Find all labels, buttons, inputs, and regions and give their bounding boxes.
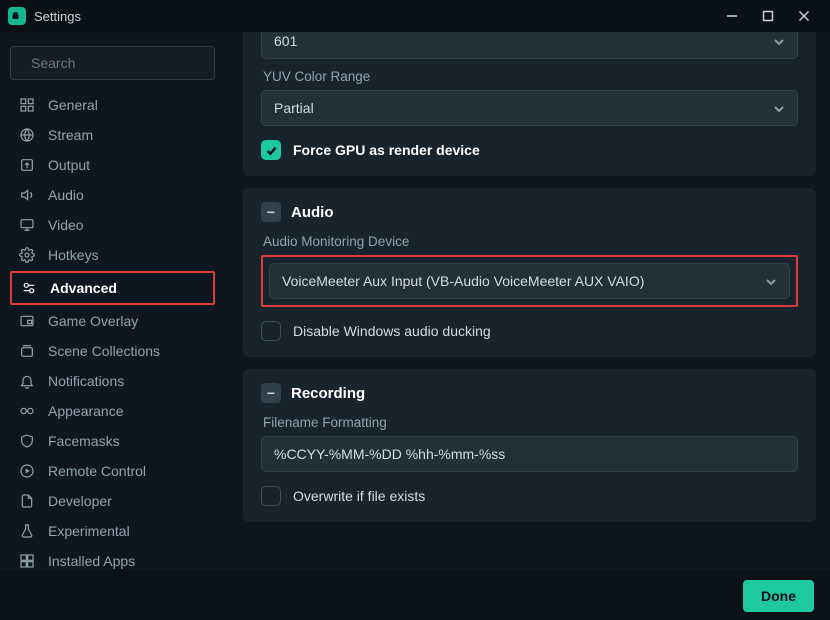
gear-icon bbox=[18, 247, 36, 263]
sidebar-item-experimental[interactable]: Experimental bbox=[10, 516, 215, 546]
grid-icon bbox=[18, 97, 36, 113]
sidebar-item-video[interactable]: Video bbox=[10, 210, 215, 240]
section-audio: − Audio Audio Monitoring Device VoiceMee… bbox=[243, 188, 816, 357]
main-content: YUV Color Space 601 YUV Color Range Part… bbox=[225, 32, 830, 570]
app-logo bbox=[8, 7, 26, 25]
force-gpu-checkbox[interactable] bbox=[261, 140, 281, 160]
footer: Done bbox=[0, 570, 830, 620]
sidebar-item-game-overlay[interactable]: Game Overlay bbox=[10, 306, 215, 336]
sidebar-item-label: Output bbox=[48, 157, 90, 173]
sidebar-item-label: Scene Collections bbox=[48, 343, 160, 359]
export-icon bbox=[18, 157, 36, 173]
overwrite-checkbox[interactable] bbox=[261, 486, 281, 506]
collections-icon bbox=[18, 343, 36, 359]
yuv-range-label: YUV Color Range bbox=[263, 69, 798, 84]
sidebar-item-installed-apps[interactable]: Installed Apps bbox=[10, 546, 215, 576]
search-input[interactable] bbox=[29, 54, 214, 72]
flask-icon bbox=[18, 523, 36, 539]
sidebar-nav: General Stream Output Audio Video Hotkeys Adva… bbox=[10, 90, 215, 576]
sidebar-item-label: Hotkeys bbox=[48, 247, 99, 263]
sidebar-item-label: Facemasks bbox=[48, 433, 120, 449]
audio-section-title: Audio bbox=[291, 204, 334, 221]
sidebar-highlight: Advanced bbox=[10, 271, 215, 305]
sidebar-item-notifications[interactable]: Notifications bbox=[10, 366, 215, 396]
section-video-tail: YUV Color Space 601 YUV Color Range Part… bbox=[243, 32, 816, 176]
apps-icon bbox=[18, 553, 36, 569]
sidebar-item-advanced[interactable]: Advanced bbox=[12, 273, 213, 303]
filename-value: %CCYY-%MM-%DD %hh-%mm-%ss bbox=[274, 446, 505, 462]
sidebar-item-label: Notifications bbox=[48, 373, 124, 389]
sidebar-item-stream[interactable]: Stream bbox=[10, 120, 215, 150]
yuv-range-value: Partial bbox=[274, 100, 314, 116]
audio-monitor-label: Audio Monitoring Device bbox=[263, 234, 798, 249]
window-close-button[interactable] bbox=[786, 4, 822, 28]
window-minimize-button[interactable] bbox=[714, 4, 750, 28]
overwrite-label: Overwrite if file exists bbox=[293, 488, 425, 504]
sidebar-item-label: Appearance bbox=[48, 403, 124, 419]
sidebar-item-label: Video bbox=[48, 217, 84, 233]
window-maximize-button[interactable] bbox=[750, 4, 786, 28]
done-button-label: Done bbox=[761, 588, 796, 604]
sidebar-item-developer[interactable]: Developer bbox=[10, 486, 215, 516]
appearance-icon bbox=[18, 403, 36, 419]
sidebar-item-appearance[interactable]: Appearance bbox=[10, 396, 215, 426]
section-recording: − Recording Filename Formatting %CCYY-%M… bbox=[243, 369, 816, 522]
sidebar-item-label: General bbox=[48, 97, 98, 113]
sidebar-item-output[interactable]: Output bbox=[10, 150, 215, 180]
sliders-icon bbox=[20, 280, 38, 296]
collapse-toggle-audio[interactable]: − bbox=[261, 202, 281, 222]
chevron-down-icon bbox=[765, 275, 777, 287]
monitor-icon bbox=[18, 217, 36, 233]
yuv-range-select[interactable]: Partial bbox=[261, 90, 798, 126]
sidebar-item-general[interactable]: General bbox=[10, 90, 215, 120]
search-input-container[interactable] bbox=[10, 46, 215, 80]
sidebar-item-label: Developer bbox=[48, 493, 112, 509]
sidebar-item-label: Remote Control bbox=[48, 463, 146, 479]
sidebar-item-remote-control[interactable]: Remote Control bbox=[10, 456, 215, 486]
audio-monitor-value: VoiceMeeter Aux Input (VB-Audio VoiceMee… bbox=[282, 273, 644, 289]
doc-icon bbox=[18, 493, 36, 509]
play-icon bbox=[18, 463, 36, 479]
globe-icon bbox=[18, 127, 36, 143]
shield-icon bbox=[18, 433, 36, 449]
sidebar-item-label: Audio bbox=[48, 187, 84, 203]
sidebar: General Stream Output Audio Video Hotkeys Adva… bbox=[0, 32, 225, 570]
ducking-checkbox[interactable] bbox=[261, 321, 281, 341]
sidebar-item-label: Installed Apps bbox=[48, 553, 135, 569]
sidebar-item-scene-collections[interactable]: Scene Collections bbox=[10, 336, 215, 366]
sidebar-item-label: Stream bbox=[48, 127, 93, 143]
filename-label: Filename Formatting bbox=[263, 415, 798, 430]
window-title: Settings bbox=[34, 9, 81, 24]
force-gpu-label: Force GPU as render device bbox=[293, 142, 480, 158]
chevron-down-icon bbox=[773, 35, 785, 47]
done-button[interactable]: Done bbox=[743, 580, 814, 612]
sidebar-item-label: Game Overlay bbox=[48, 313, 138, 329]
titlebar: Settings bbox=[0, 0, 830, 32]
sidebar-item-label: Experimental bbox=[48, 523, 130, 539]
yuv-space-select[interactable]: 601 bbox=[261, 32, 798, 59]
collapse-toggle-recording[interactable]: − bbox=[261, 383, 281, 403]
ducking-label: Disable Windows audio ducking bbox=[293, 323, 491, 339]
chevron-down-icon bbox=[773, 102, 785, 114]
bell-icon bbox=[18, 373, 36, 389]
overlay-icon bbox=[18, 313, 36, 329]
volume-icon bbox=[18, 187, 36, 203]
sidebar-item-hotkeys[interactable]: Hotkeys bbox=[10, 240, 215, 270]
audio-monitor-select[interactable]: VoiceMeeter Aux Input (VB-Audio VoiceMee… bbox=[269, 263, 790, 299]
sidebar-item-label: Advanced bbox=[50, 280, 117, 296]
sidebar-item-facemasks[interactable]: Facemasks bbox=[10, 426, 215, 456]
sidebar-item-audio[interactable]: Audio bbox=[10, 180, 215, 210]
yuv-space-value: 601 bbox=[274, 33, 297, 49]
audio-monitor-highlight: VoiceMeeter Aux Input (VB-Audio VoiceMee… bbox=[261, 255, 798, 307]
filename-input[interactable]: %CCYY-%MM-%DD %hh-%mm-%ss bbox=[261, 436, 798, 472]
recording-section-title: Recording bbox=[291, 385, 365, 402]
